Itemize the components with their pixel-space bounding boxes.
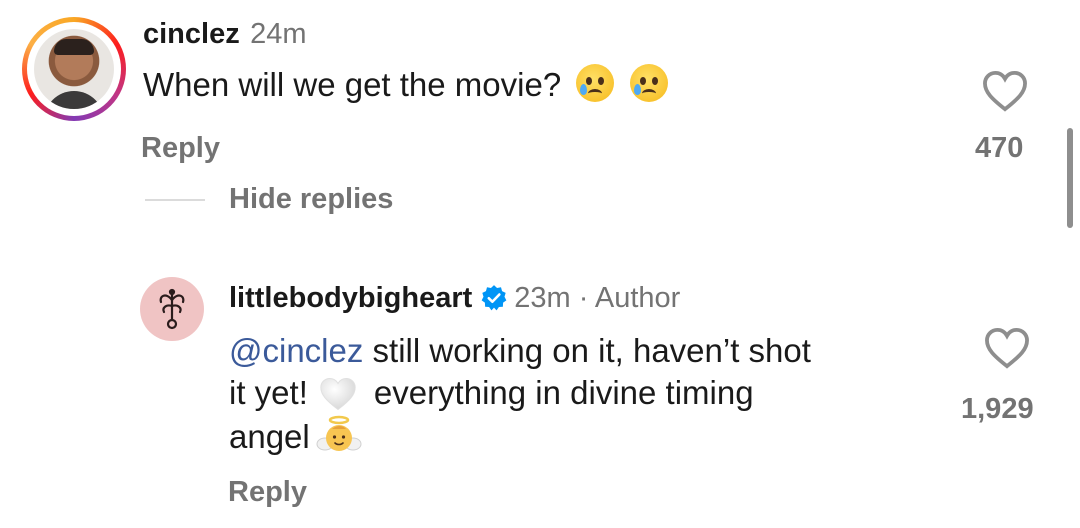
comment-text-row: When will we get the movie? (143, 64, 668, 106)
reply-header: littlebodybigheart 23m · Author (229, 282, 680, 315)
reply-text-line-3: angel (229, 414, 362, 460)
scrollbar[interactable] (1067, 128, 1073, 228)
reply-text-line-2: it yet! everything in divine timing (229, 372, 754, 414)
heart-outline-icon[interactable] (982, 70, 1028, 112)
reply-username[interactable]: littlebodybigheart (229, 282, 472, 314)
comment-username[interactable]: cinclez (143, 18, 240, 50)
heart-outline-icon[interactable] (984, 327, 1030, 369)
verified-badge-icon (481, 285, 507, 311)
baby-angel-emoji (316, 415, 362, 451)
mention-link[interactable]: @cinclez (229, 332, 363, 369)
reply-text-2b: everything in divine timing (373, 374, 754, 411)
avatar-cinclez[interactable] (34, 29, 114, 109)
like-count: 470 (975, 132, 1024, 164)
reply-meta: 23m · Author (514, 282, 681, 314)
reply-text-line-1: @cinclez still working on it, haven’t sh… (229, 330, 811, 372)
hide-replies-button[interactable]: Hide replies (229, 183, 393, 216)
avatar-shirt (44, 91, 104, 109)
reply-like-count: 1,929 (961, 393, 1034, 425)
crying-face-emoji (629, 64, 668, 102)
comment-text: When will we get the movie? (143, 66, 562, 103)
tree-logo-icon (159, 288, 185, 330)
replies-divider (145, 199, 205, 201)
white-heart-emoji (320, 377, 356, 411)
reply-text-1: still working on it, haven’t shot (363, 332, 811, 369)
crying-face-emoji (576, 64, 615, 102)
reply-text-3: angel (229, 418, 310, 455)
comment-header: cinclez 24m (143, 18, 307, 51)
avatar-hair (54, 39, 94, 55)
reply-button[interactable]: Reply (141, 132, 220, 165)
avatar-littlebodybigheart[interactable] (140, 277, 204, 341)
reply-text-2a: it yet! (229, 374, 308, 411)
reply-button[interactable]: Reply (228, 476, 307, 509)
comment-time: 24m (250, 18, 307, 50)
